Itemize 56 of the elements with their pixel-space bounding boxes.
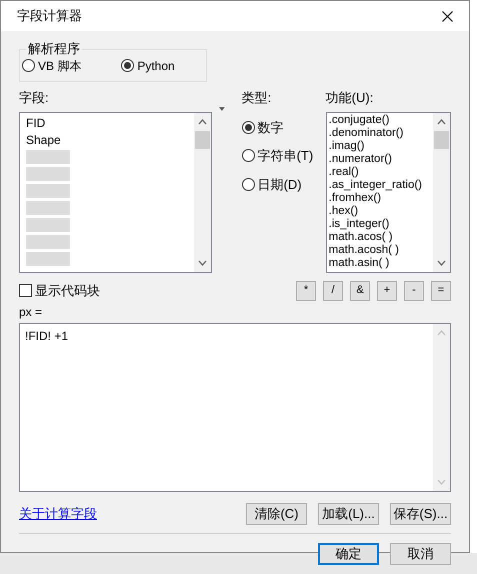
- operator-button[interactable]: +: [377, 280, 397, 300]
- list-item[interactable]: math.acos( ): [328, 230, 433, 244]
- radio-circle[interactable]: [242, 120, 255, 134]
- radio-option[interactable]: VB 脚本: [22, 56, 82, 74]
- scrollbar[interactable]: [194, 112, 211, 272]
- group-label: 解析程序: [26, 41, 82, 57]
- list-item[interactable]: .real(): [328, 166, 433, 178]
- fields-list[interactable]: FID Shape: [19, 112, 212, 272]
- list-item[interactable]: Shape: [26, 132, 194, 148]
- list-item[interactable]: math.asin( ): [328, 256, 433, 270]
- list-item[interactable]: .denominator(): [328, 126, 433, 140]
- fields-label: 字段:: [19, 89, 50, 107]
- scroll-thumb[interactable]: [434, 130, 449, 148]
- close-icon[interactable]: [442, 10, 453, 22]
- codeblock-checkbox[interactable]: 显示代码块: [19, 280, 100, 300]
- operator-button[interactable]: =: [431, 280, 451, 300]
- dropdown-icon[interactable]: [218, 106, 225, 112]
- blurred-item: [26, 218, 70, 232]
- dialog-button[interactable]: 取消: [390, 542, 451, 564]
- type-label: 类型:: [242, 89, 272, 107]
- list-item[interactable]: .is_integer(): [328, 218, 433, 230]
- operator-button[interactable]: *: [296, 280, 316, 300]
- list-item[interactable]: .as_integer_ratio(): [328, 178, 433, 192]
- list-item[interactable]: .fromhex(): [328, 192, 433, 204]
- list-item[interactable]: FID: [26, 114, 194, 132]
- dialog-button[interactable]: 清除(C): [246, 502, 307, 524]
- dialog-button[interactable]: 保存(S)...: [390, 502, 451, 524]
- list-item[interactable]: .imag(): [328, 140, 433, 152]
- list-item[interactable]: .conjugate(): [328, 114, 433, 126]
- scrollbar[interactable]: [432, 112, 450, 272]
- radio-circle[interactable]: [121, 59, 134, 72]
- radio-option[interactable]: 数字: [242, 118, 319, 137]
- radio-option[interactable]: 日期(D): [242, 174, 319, 194]
- scroll-thumb[interactable]: [194, 130, 210, 148]
- blurred-item: [26, 150, 70, 164]
- dialog-button[interactable]: 确定: [318, 542, 379, 564]
- operator-button[interactable]: /: [323, 280, 343, 300]
- operator-button[interactable]: -: [404, 280, 424, 300]
- list-item[interactable]: .numerator(): [328, 152, 433, 166]
- blurred-item: [26, 252, 70, 266]
- functions-list[interactable]: .conjugate() .denominator() .imag() .numerator() .real() .as_integer_ratio() .fromhex() .hex() .is_integer() math.acos( ) math.acosh( ) math.asin( ): [326, 112, 451, 272]
- operator-button[interactable]: &: [350, 280, 370, 300]
- about-link[interactable]: 关于计算字段: [19, 504, 97, 524]
- blurred-item: [26, 184, 70, 198]
- radio-option[interactable]: Python: [121, 56, 175, 74]
- window-title: 字段计算器: [17, 7, 82, 26]
- radio-option[interactable]: 字符串(T): [242, 146, 319, 166]
- blurred-item: [26, 201, 70, 215]
- blurred-item: [26, 235, 70, 249]
- list-item[interactable]: .hex(): [328, 204, 433, 218]
- expression-field[interactable]: !FID! +1: [19, 322, 451, 492]
- dialog-button[interactable]: 加载(L)...: [318, 502, 379, 524]
- list-item[interactable]: math.acosh( ): [328, 244, 433, 256]
- expression-label: px =: [19, 304, 44, 320]
- functions-label: 功能(U):: [326, 89, 374, 107]
- blurred-item: [26, 167, 70, 181]
